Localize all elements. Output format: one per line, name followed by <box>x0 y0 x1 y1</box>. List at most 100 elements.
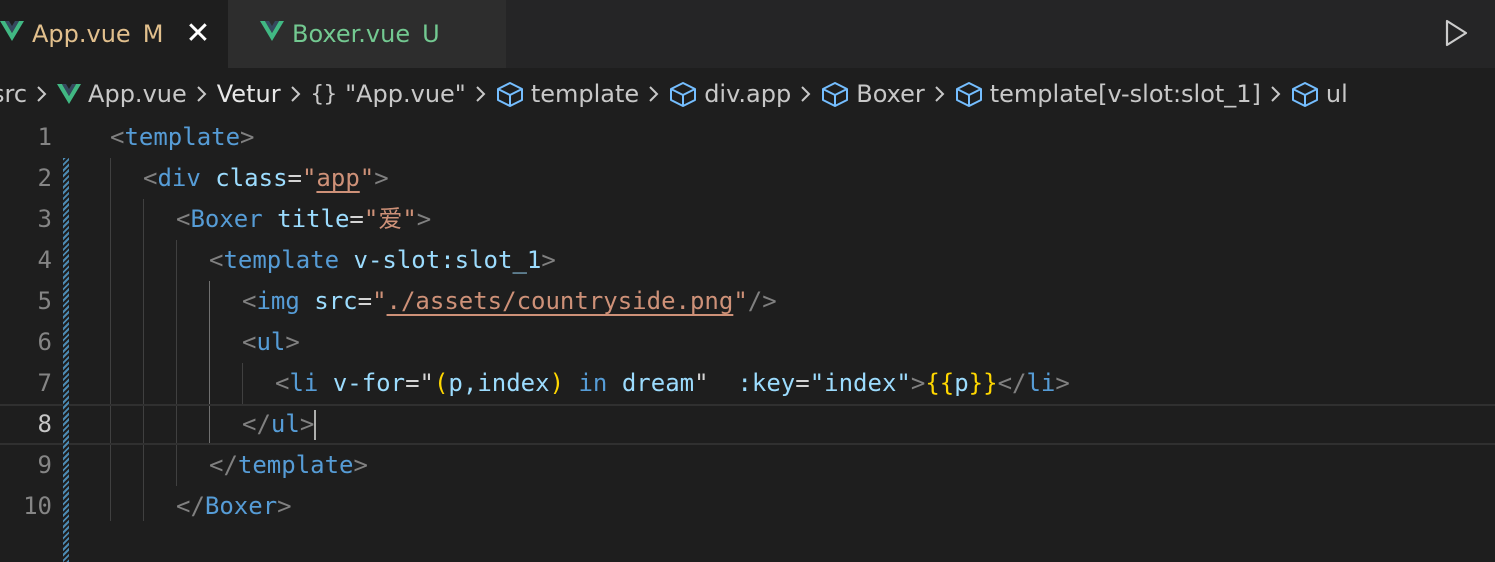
code-text: <template> <box>110 117 255 158</box>
line-number: 8 <box>37 410 52 438</box>
line-number: 5 <box>37 287 52 315</box>
crumb-label: Vetur <box>216 80 281 108</box>
tag-close: > <box>374 164 389 192</box>
attr-name: src <box>314 287 358 315</box>
chevron-right-icon <box>36 84 48 104</box>
attr-value: app <box>316 164 360 192</box>
tab-label: App.vue <box>32 20 131 48</box>
git-change-indicator[interactable] <box>63 158 69 562</box>
crumb-label: ul <box>1325 80 1348 108</box>
code-editor[interactable]: 1 <template> 2 <div class="app"> 3 <Boxe… <box>0 117 1495 521</box>
untracked-badge: U <box>422 20 440 48</box>
tag-name: img <box>256 287 300 315</box>
tag-close: > <box>240 123 255 151</box>
run-icon[interactable] <box>1442 18 1470 48</box>
tag-open: < <box>209 246 224 274</box>
crumb-label: "App.vue" <box>345 80 466 108</box>
keyword: in <box>578 369 608 397</box>
attr-value: 爱 <box>378 205 403 233</box>
breadcrumb-boxer[interactable]: Boxer <box>821 80 925 108</box>
line-number: 7 <box>37 369 52 397</box>
breadcrumb: src App.vue Vetur {} "App.vue" template … <box>0 72 1495 116</box>
line-number: 3 <box>37 205 52 233</box>
breadcrumb-template[interactable]: template <box>496 80 639 108</box>
code-line: 2 <div class="app"> <box>0 158 1495 199</box>
line-number: 2 <box>37 164 52 192</box>
breadcrumb-vetur[interactable]: Vetur <box>217 80 281 108</box>
quote: " <box>301 164 317 192</box>
iterable: dream <box>621 369 695 397</box>
code-line-current: 8 </ul> <box>0 404 1495 445</box>
tag-open: </ <box>997 369 1027 397</box>
quote: " <box>733 287 748 315</box>
text-cursor <box>314 410 317 440</box>
mustache: }} <box>968 369 998 397</box>
tag-name: li <box>1026 369 1056 397</box>
code-line: 9 </template> <box>0 445 1495 486</box>
quote: " <box>359 164 375 192</box>
attr-value: ./assets/countryside.png <box>386 287 734 315</box>
tag-name: ul <box>270 410 300 438</box>
equals: = <box>287 164 302 192</box>
equals: = <box>349 205 364 233</box>
cube-icon <box>1291 81 1319 107</box>
braces-icon: {} <box>310 81 338 107</box>
tag-name: Boxer <box>190 205 263 233</box>
vue-icon <box>57 83 82 105</box>
crumb-label: template <box>530 80 640 108</box>
tag-name: ul <box>256 328 286 356</box>
chevron-right-icon <box>475 84 487 104</box>
tag-close: > <box>541 246 556 274</box>
tag-open: < <box>242 287 257 315</box>
attr-name: title <box>277 205 350 233</box>
tag-name: template <box>223 246 340 274</box>
cube-icon <box>669 81 697 107</box>
tag-name: div <box>157 164 201 192</box>
mustache-var: p <box>954 369 969 397</box>
tab-boxer-vue[interactable]: Boxer.vue U <box>228 0 506 68</box>
tag-name: Boxer <box>204 492 278 520</box>
tag-close: > <box>285 328 300 356</box>
breadcrumb-ul[interactable]: ul <box>1291 80 1348 108</box>
breadcrumb-src[interactable]: src <box>0 80 27 108</box>
vue-icon <box>260 20 284 48</box>
close-icon[interactable]: ✕ <box>185 19 210 49</box>
code-text: <Boxer title="爱"> <box>176 199 431 240</box>
tag-close: > <box>416 205 432 233</box>
tag-name: template <box>124 123 241 151</box>
tag-open: </ <box>176 492 205 520</box>
chevron-right-icon <box>290 84 302 104</box>
crumb-label: div.app <box>704 80 792 108</box>
quote: " <box>419 369 434 397</box>
tab-app-vue[interactable]: App.vue M ✕ <box>0 0 228 68</box>
attr-value: "index" <box>809 369 911 397</box>
mustache: {{ <box>925 369 955 397</box>
tag-close: > <box>353 451 368 479</box>
attr-name: class <box>215 164 288 192</box>
crumb-label: Boxer <box>856 80 925 108</box>
line-number: 4 <box>37 246 52 274</box>
code-line: 5 <img src="./assets/countryside.png"/> <box>0 281 1495 322</box>
breadcrumb-div-app[interactable]: div.app <box>669 80 791 108</box>
attr-name: v-for <box>332 369 406 397</box>
code-line: 7 <li v-for="(p,index) in dream" :key="i… <box>0 363 1495 404</box>
cube-icon <box>955 81 983 107</box>
modified-badge: M <box>142 20 164 48</box>
tag-name: template <box>237 451 354 479</box>
code-text: <template v-slot:slot_1> <box>209 240 556 281</box>
quote: " <box>694 369 709 397</box>
breadcrumb-template-slot[interactable]: template[v-slot:slot_1] <box>955 80 1261 108</box>
equals: = <box>357 287 373 315</box>
line-number: 6 <box>37 328 52 356</box>
chevron-right-icon <box>934 84 946 104</box>
quote: " <box>372 287 387 315</box>
tag-name: li <box>289 369 319 397</box>
code-text: <li v-for="(p,index) in dream" :key="ind… <box>275 363 1070 404</box>
chevron-right-icon <box>1270 84 1282 104</box>
code-line: 3 <Boxer title="爱"> <box>0 199 1495 240</box>
tag-open: </ <box>242 410 271 438</box>
breadcrumb-app-vue[interactable]: App.vue <box>57 80 187 108</box>
breadcrumb-document[interactable]: {} "App.vue" <box>311 80 466 108</box>
chevron-right-icon <box>196 84 208 104</box>
tag-open: < <box>242 328 257 356</box>
